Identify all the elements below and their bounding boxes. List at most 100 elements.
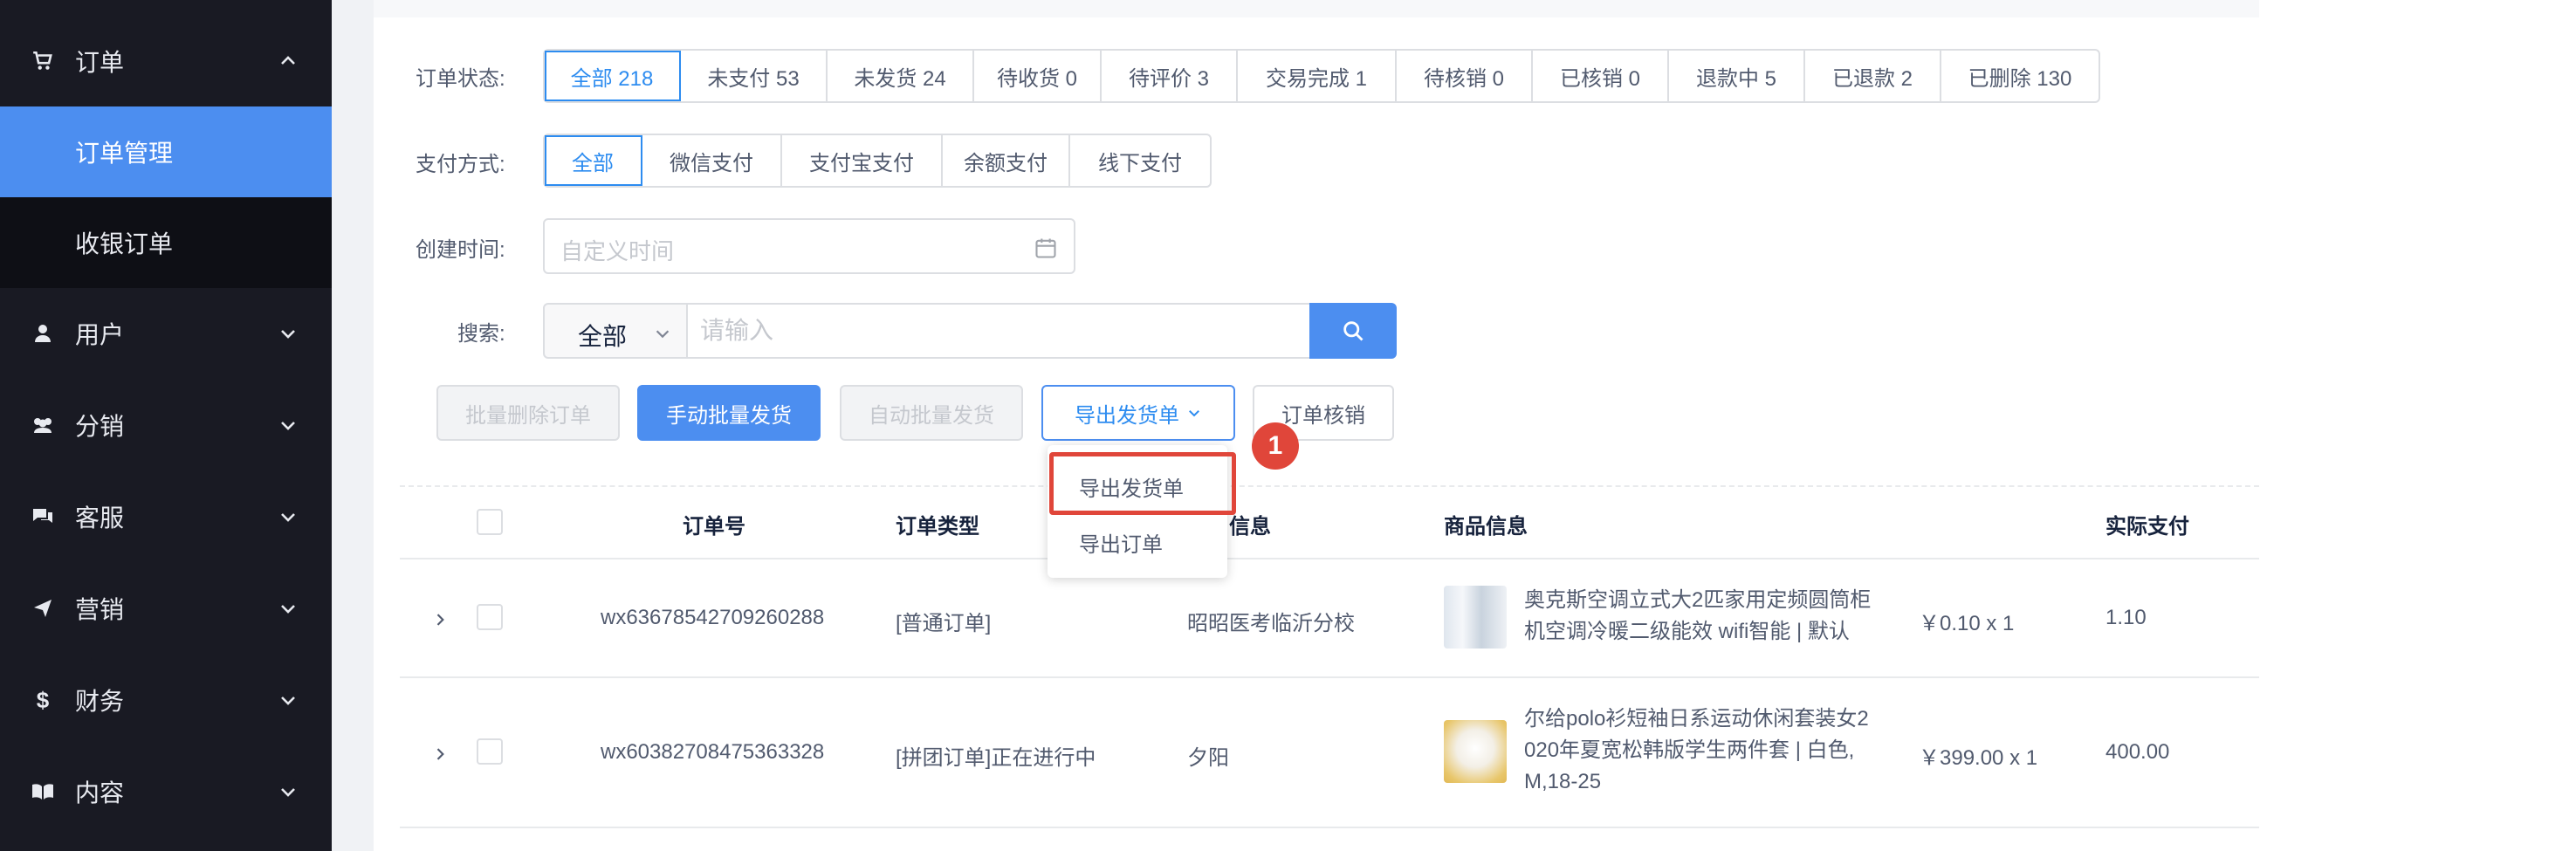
chevron-down-icon bbox=[281, 697, 295, 705]
paid-amount: 400.00 bbox=[2105, 740, 2170, 764]
manual-batch-ship-button[interactable]: 手动批量发货 bbox=[637, 385, 821, 441]
sidebar-item-label: 内容 bbox=[75, 779, 125, 806]
book-icon bbox=[30, 779, 56, 805]
step-badge: 1 bbox=[1252, 422, 1299, 470]
chevron-down-icon bbox=[281, 330, 295, 339]
sidebar-item-marketing[interactable]: 营销 bbox=[0, 563, 332, 654]
search-icon bbox=[1343, 321, 1364, 341]
goods-title-line: 机空调冷暖二级能效 wifi智能 | 默认 bbox=[1524, 620, 1850, 643]
paid-amount: 1.10 bbox=[2105, 606, 2147, 629]
row-divider bbox=[400, 827, 2259, 828]
pay-option-all[interactable]: 全部 bbox=[545, 135, 642, 186]
col-paid: 实际支付 bbox=[2105, 515, 2189, 539]
sidebar-item-label: 订单 bbox=[75, 49, 125, 76]
sidebar-item-label: 客服 bbox=[75, 504, 125, 532]
status-option-completed[interactable]: 交易完成 1 bbox=[1238, 51, 1397, 101]
highlight-box bbox=[1049, 452, 1236, 515]
chevron-down-icon bbox=[281, 422, 295, 430]
col-order-type: 订单类型 bbox=[896, 515, 979, 539]
goods-price-qty: ￥0.10 x 1 bbox=[1919, 612, 2015, 635]
row-checkbox[interactable] bbox=[477, 738, 503, 765]
goods-title: 尔给polo衫短袖日系运动休闲套装女2 020年夏宽松韩版学生两件套 | 白色,… bbox=[1524, 703, 1908, 798]
export-shipping-dropdown-button[interactable]: 导出发货单 bbox=[1041, 385, 1235, 441]
expand-row-icon[interactable] bbox=[431, 745, 449, 763]
divider bbox=[400, 485, 2259, 487]
date-placeholder: 自定义时间 bbox=[560, 238, 675, 264]
goods-title-line: 奥克斯空调立式大2匹家用定频圆筒柜 bbox=[1524, 588, 1872, 612]
status-option-deleted[interactable]: 已删除 130 bbox=[1941, 51, 2099, 101]
search-scope-select[interactable]: 全部 bbox=[543, 303, 688, 359]
goods-title-line: 020年夏宽松韩版学生两件套 | 白色, bbox=[1524, 738, 1855, 762]
sidebar-item-label: 用户 bbox=[75, 321, 125, 348]
sidebar-subitem-label: 收银订单 bbox=[75, 230, 174, 257]
search-label: 搜索: bbox=[457, 322, 505, 346]
pay-option-offline[interactable]: 线下支付 bbox=[1070, 135, 1210, 186]
expand-row-icon[interactable] bbox=[431, 611, 449, 628]
sidebar-item-distribution[interactable]: 分销 bbox=[0, 380, 332, 470]
pay-option-alipay[interactable]: 支付宝支付 bbox=[782, 135, 943, 186]
top-band bbox=[374, 0, 2259, 17]
calendar-icon bbox=[1035, 238, 1056, 258]
order-no: wx60382708475363328 bbox=[601, 740, 825, 764]
sidebar-item-cashier-orders[interactable]: 收银订单 bbox=[0, 197, 332, 288]
sidebar-item-orders[interactable]: 订单 bbox=[0, 16, 332, 106]
order-status-filter: 全部 218 未支付 53 未发货 24 待收货 0 待评价 3 交易完成 1 … bbox=[543, 49, 2100, 103]
sidebar-item-label: 分销 bbox=[75, 413, 125, 440]
user-info: 夕阳 bbox=[1187, 746, 1229, 770]
chevron-down-icon bbox=[656, 330, 670, 339]
goods-title-line: M,18-25 bbox=[1524, 770, 1602, 793]
auto-batch-ship-button[interactable]: 自动批量发货 bbox=[840, 385, 1023, 441]
row-checkbox[interactable] bbox=[477, 604, 503, 630]
send-icon bbox=[30, 595, 56, 621]
col-order-no: 订单号 bbox=[683, 515, 745, 539]
select-all-checkbox[interactable] bbox=[477, 509, 503, 535]
status-option-all[interactable]: 全部 218 bbox=[545, 51, 681, 101]
chat-icon bbox=[30, 504, 56, 530]
chevron-down-icon bbox=[281, 605, 295, 614]
order-no: wx63678542709260288 bbox=[601, 606, 825, 629]
created-time-label: 创建时间: bbox=[416, 238, 505, 262]
chevron-up-icon bbox=[281, 56, 295, 65]
sidebar-item-users[interactable]: 用户 bbox=[0, 288, 332, 379]
cart-icon bbox=[30, 48, 56, 74]
sidebar: 订单 订单管理 收银订单 用户 分销 客服 营销 $ 财务 内容 bbox=[0, 0, 332, 851]
batch-delete-button[interactable]: 批量删除订单 bbox=[436, 385, 620, 441]
status-option-refunding[interactable]: 退款中 5 bbox=[1669, 51, 1805, 101]
row-divider bbox=[400, 676, 2259, 678]
status-option-verified[interactable]: 已核销 0 bbox=[1533, 51, 1669, 101]
goods-price-qty: ￥399.00 x 1 bbox=[1919, 746, 2038, 770]
sidebar-item-finance[interactable]: $ 财务 bbox=[0, 655, 332, 745]
chevron-down-icon bbox=[281, 513, 295, 522]
goods-title-line: 尔给polo衫短袖日系运动休闲套装女2 bbox=[1524, 707, 1869, 731]
status-option-unpaid[interactable]: 未支付 53 bbox=[681, 51, 828, 101]
date-range-picker[interactable]: 自定义时间 bbox=[543, 218, 1075, 274]
search-scope-value: 全部 bbox=[578, 323, 628, 350]
order-type: [普通订单] bbox=[896, 612, 992, 635]
user-info: 昭昭医考临沂分校 bbox=[1187, 612, 1355, 635]
menu-item-export-orders[interactable]: 导出订单 bbox=[1079, 527, 1163, 558]
pay-option-balance[interactable]: 余额支付 bbox=[943, 135, 1070, 186]
status-option-unshipped[interactable]: 未发货 24 bbox=[828, 51, 974, 101]
goods-thumbnail bbox=[1444, 720, 1507, 783]
sidebar-item-content[interactable]: 内容 bbox=[0, 746, 332, 837]
group-icon bbox=[30, 412, 56, 438]
chevron-down-icon bbox=[1189, 410, 1199, 417]
order-status-label: 订单状态: bbox=[416, 67, 505, 91]
goods-title: 奥克斯空调立式大2匹家用定频圆筒柜 机空调冷暖二级能效 wifi智能 | 默认 bbox=[1524, 585, 1908, 648]
pay-method-filter: 全部 微信支付 支付宝支付 余额支付 线下支付 bbox=[543, 134, 1212, 188]
search-button[interactable] bbox=[1309, 303, 1397, 359]
row-divider bbox=[400, 558, 2259, 559]
search-input-wrap bbox=[686, 303, 1311, 359]
content-gutter bbox=[332, 0, 374, 851]
status-option-to-review[interactable]: 待评价 3 bbox=[1102, 51, 1238, 101]
chevron-down-icon bbox=[281, 788, 295, 797]
search-input[interactable] bbox=[686, 305, 1309, 357]
sidebar-item-order-management[interactable]: 订单管理 bbox=[0, 106, 332, 197]
status-option-refunded[interactable]: 已退款 2 bbox=[1805, 51, 1941, 101]
status-option-to-receive[interactable]: 待收货 0 bbox=[974, 51, 1102, 101]
pay-method-label: 支付方式: bbox=[416, 153, 505, 176]
status-option-to-verify[interactable]: 待核销 0 bbox=[1397, 51, 1533, 101]
sidebar-item-customer-service[interactable]: 客服 bbox=[0, 471, 332, 562]
sidebar-subitem-label: 订单管理 bbox=[75, 140, 174, 167]
pay-option-wechat[interactable]: 微信支付 bbox=[642, 135, 782, 186]
